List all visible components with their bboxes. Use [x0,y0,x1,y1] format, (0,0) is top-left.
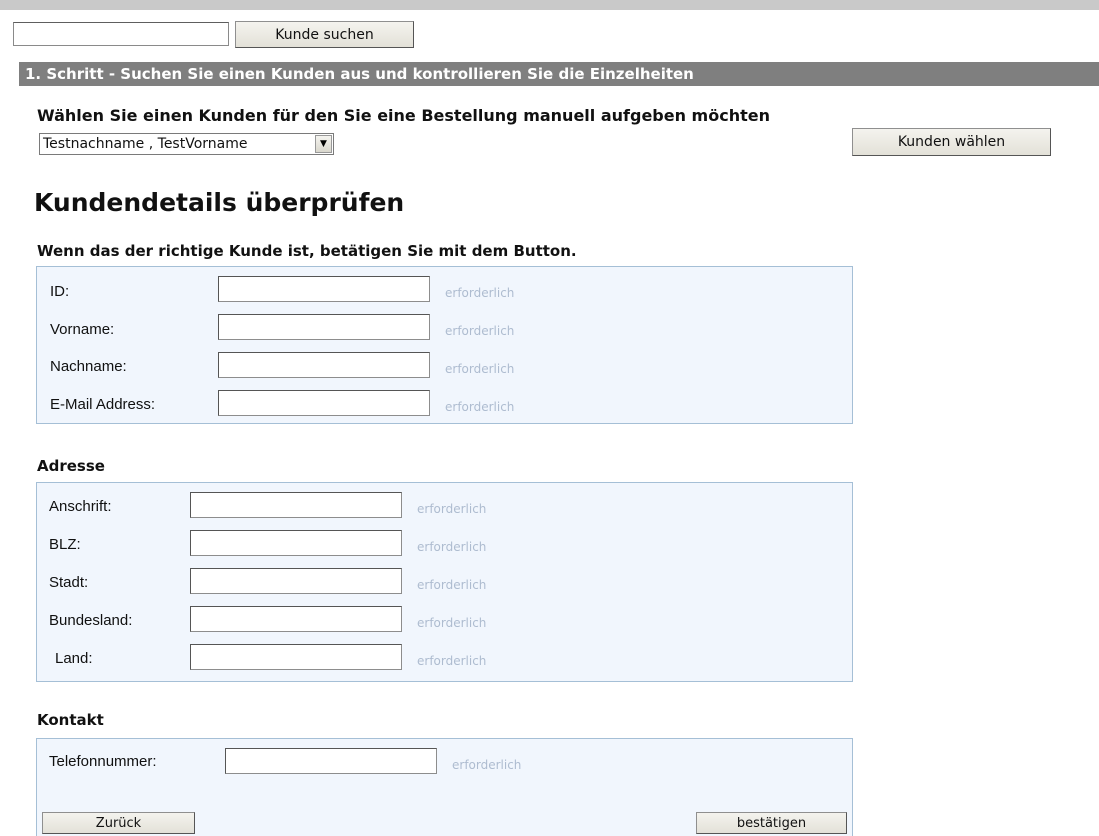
required-hint: erforderlich [417,578,487,592]
field-label-country: Land: [55,650,93,667]
details-hint: Wenn das der richtige Kunde ist, betätig… [37,242,577,260]
state-field[interactable] [190,606,402,632]
customer-search-button[interactable]: Kunde suchen [235,21,414,48]
email-field[interactable] [218,390,430,416]
required-hint: erforderlich [445,400,515,414]
step-header: 1. Schritt - Suchen Sie einen Kunden aus… [19,62,1099,86]
street-field[interactable] [190,492,402,518]
page-title: Kundendetails überprüfen [34,188,405,217]
required-hint: erforderlich [417,616,487,630]
customer-details-panel: ID: erforderlich Vorname: erforderlich N… [36,266,853,424]
address-section-title: Adresse [37,457,105,475]
contact-section-title: Kontakt [37,711,104,729]
blz-field[interactable] [190,530,402,556]
field-label-id: ID: [50,283,70,300]
customer-select[interactable]: Testnachname , TestVorname ▼ [39,133,334,155]
lastname-field[interactable] [218,352,430,378]
field-label-lastname: Nachname: [50,358,127,375]
top-border [0,0,1099,10]
field-label-phone: Telefonnummer: [49,753,157,770]
back-button[interactable]: Zurück [42,812,195,834]
city-field[interactable] [190,568,402,594]
address-panel: Anschrift: erforderlich BLZ: erforderlic… [36,482,853,682]
field-label-blz: BLZ: [49,536,81,553]
field-label-city: Stadt: [49,574,89,591]
country-field[interactable] [190,644,402,670]
field-label-state: Bundesland: [49,612,133,629]
required-hint: erforderlich [445,324,515,338]
customer-search-input[interactable] [13,22,229,46]
field-label-firstname: Vorname: [50,321,115,338]
chevron-down-icon[interactable]: ▼ [315,135,332,153]
phone-field[interactable] [225,748,437,774]
field-label-street: Anschrift: [49,498,112,515]
firstname-field[interactable] [218,314,430,340]
required-hint: erforderlich [417,654,487,668]
confirm-button[interactable]: bestätigen [696,812,847,834]
select-customer-button[interactable]: Kunden wählen [852,128,1051,156]
customer-select-value: Testnachname , TestVorname [43,136,248,152]
required-hint: erforderlich [445,362,515,376]
id-field[interactable] [218,276,430,302]
required-hint: erforderlich [452,758,522,772]
required-hint: erforderlich [417,502,487,516]
required-hint: erforderlich [417,540,487,554]
customer-select-label: Wählen Sie einen Kunden für den Sie eine… [37,106,770,125]
field-label-email: E-Mail Address: [50,396,156,413]
required-hint: erforderlich [445,286,515,300]
